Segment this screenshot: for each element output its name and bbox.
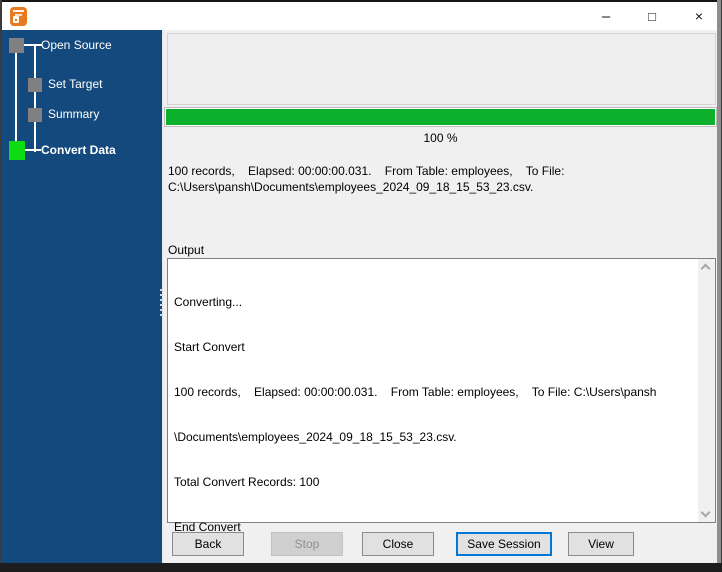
output-line: Total Convert Records: 100 xyxy=(174,475,320,489)
window-border-top xyxy=(0,0,722,2)
sidebar-item-open-source: Open Source xyxy=(41,38,112,52)
app-icon xyxy=(10,7,27,26)
output-line: Start Convert xyxy=(174,340,245,354)
empty-message-panel xyxy=(167,33,716,105)
output-scrollbar[interactable] xyxy=(698,259,715,522)
sidebar-item-set-target: Set Target xyxy=(48,77,103,91)
close-button[interactable]: Close xyxy=(362,532,434,556)
progress-percent-label: 100 % xyxy=(423,131,458,145)
conversion-progress-bar xyxy=(164,107,717,127)
sidebar-item-summary: Summary xyxy=(48,107,100,121)
window-border-bottom xyxy=(0,563,722,572)
app-window: – □ × Open Source Set Target Summary Con… xyxy=(0,0,722,572)
step-marker-set-target xyxy=(28,78,42,92)
sidebar-item-convert-data: Convert Data xyxy=(41,143,116,157)
scroll-up-icon[interactable] xyxy=(700,263,711,274)
minimize-button[interactable]: – xyxy=(584,2,628,30)
titlebar: – □ × xyxy=(2,2,717,30)
app-icon-detail xyxy=(15,19,17,21)
window-border-left xyxy=(0,0,2,572)
save-session-button[interactable]: Save Session xyxy=(456,532,552,556)
output-line: 100 records, Elapsed: 00:00:00.031. From… xyxy=(174,385,657,399)
status-line-1: 100 records, Elapsed: 00:00:00.031. From… xyxy=(168,164,565,178)
output-line: Converting... xyxy=(174,295,243,309)
output-log-box[interactable]: Converting... Start Convert 100 records,… xyxy=(167,258,716,534)
view-button[interactable]: View xyxy=(568,532,634,556)
output-section-label: Output xyxy=(168,243,205,257)
output-line: \Documents\employees_2024_09_18_15_53_23… xyxy=(174,430,457,444)
step-connector-line xyxy=(34,45,36,152)
scroll-down-icon[interactable] xyxy=(700,507,711,518)
step-connector-line xyxy=(25,149,41,151)
step-connector-line xyxy=(24,44,42,46)
back-button[interactable]: Back xyxy=(172,532,244,556)
wizard-step-sidebar: Open Source Set Target Summary Convert D… xyxy=(2,30,163,563)
progress-fill xyxy=(166,109,715,125)
step-connector-line xyxy=(15,52,17,142)
status-line-2: C:\Users\pansh\Documents\employees_2024_… xyxy=(168,180,534,194)
window-border-right[interactable] xyxy=(717,0,722,572)
step-marker-convert-data-active xyxy=(9,141,25,160)
step-marker-summary xyxy=(28,108,42,122)
step-marker-open-source xyxy=(9,38,24,53)
conversion-status-text: 100 records, Elapsed: 00:00:00.031. From… xyxy=(168,163,713,195)
stop-button[interactable]: Stop xyxy=(271,532,343,556)
close-window-button[interactable]: × xyxy=(677,2,721,30)
app-icon-detail xyxy=(13,10,24,12)
output-log-text: Converting... Start Convert 100 records,… xyxy=(174,265,693,565)
maximize-button[interactable]: □ xyxy=(630,2,674,30)
